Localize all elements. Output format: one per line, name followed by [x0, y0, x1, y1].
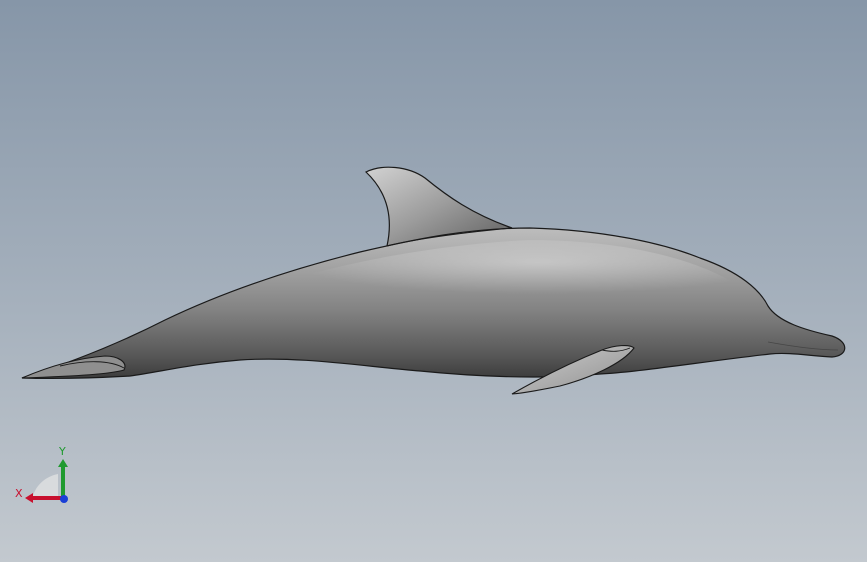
y-axis-label: Y	[58, 445, 66, 458]
dolphin-model[interactable]	[0, 0, 867, 562]
y-axis-arrow	[58, 459, 68, 467]
x-axis-label: X	[15, 487, 23, 500]
z-axis-dot	[60, 495, 68, 503]
x-axis-arrow	[25, 493, 33, 503]
graphics-viewport[interactable]: Y X	[0, 0, 867, 562]
view-triad[interactable]: Y X	[14, 442, 78, 508]
